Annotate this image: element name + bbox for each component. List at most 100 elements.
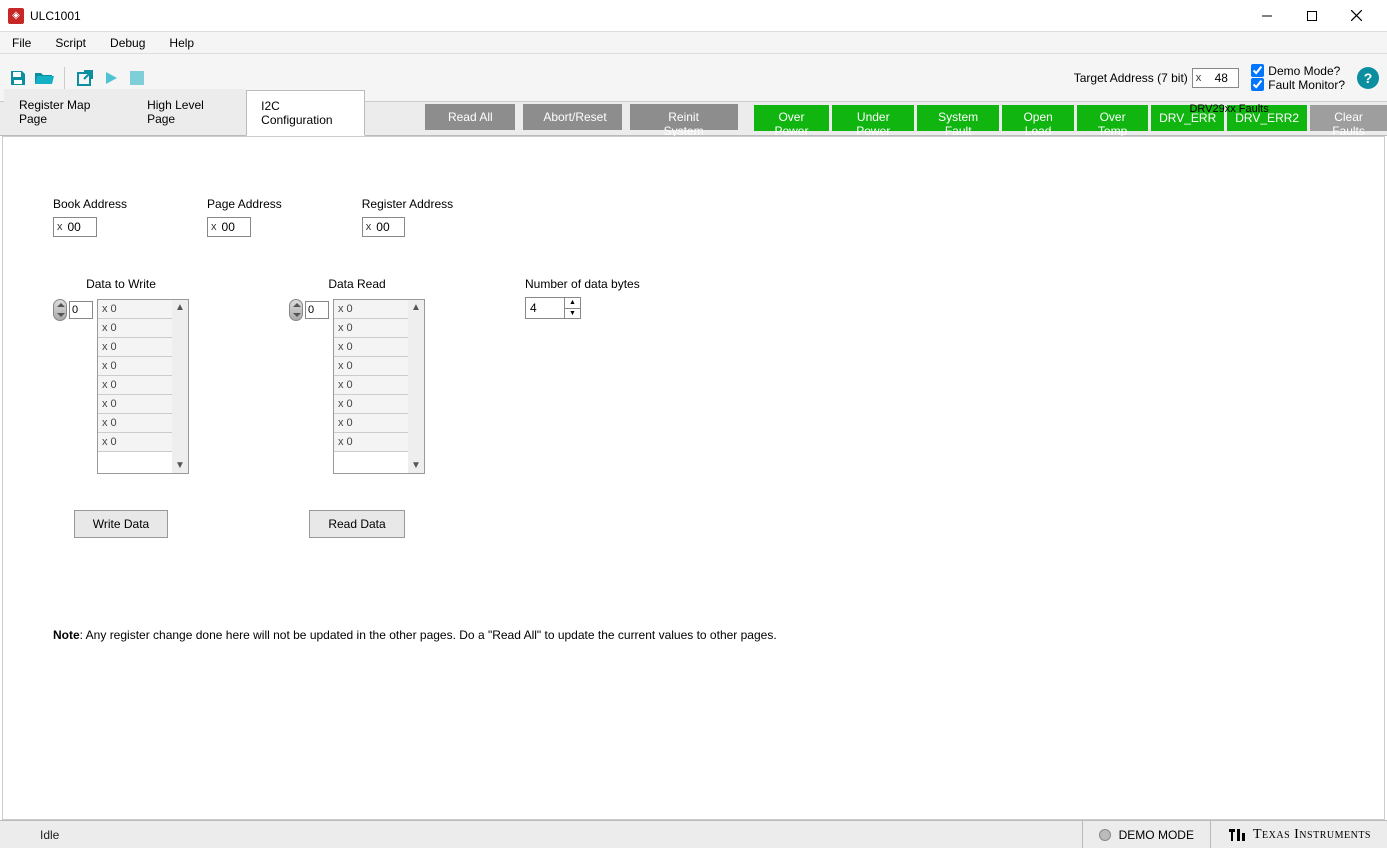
scroll-up-icon[interactable]: ▲ <box>411 300 421 315</box>
list-item[interactable]: x 0 <box>98 338 172 357</box>
target-address-field: Target Address (7 bit) x <box>1074 68 1240 88</box>
fault-monitor-label: Fault Monitor? <box>1268 78 1345 92</box>
list-item[interactable]: x 0 <box>98 357 172 376</box>
tab-i2c-configuration[interactable]: I2C Configuration <box>246 90 365 136</box>
app-icon: ◈ <box>8 8 24 24</box>
list-item[interactable]: x 0 <box>334 357 408 376</box>
demo-mode-label: Demo Mode? <box>1268 64 1340 78</box>
save-icon[interactable] <box>8 68 28 88</box>
list-item[interactable]: x 0 <box>334 319 408 338</box>
read-index-input[interactable] <box>305 301 329 319</box>
read-all-button[interactable]: Read All <box>425 104 515 130</box>
list-item[interactable]: x 0 <box>334 376 408 395</box>
list-item[interactable]: x 0 <box>98 414 172 433</box>
register-address-input[interactable] <box>374 218 404 236</box>
read-data-listbox[interactable]: x 0 x 0 x 0 x 0 x 0 x 0 x 0 x 0 ▲ ▼ <box>333 299 425 474</box>
data-read-label: Data Read <box>328 277 385 291</box>
fault-monitor-checkbox-row[interactable]: Fault Monitor? <box>1251 78 1345 92</box>
fault-open-load[interactable]: Open Load <box>1002 105 1074 131</box>
fault-system-fault[interactable]: System Fault <box>917 105 999 131</box>
spin-up-icon[interactable]: ▲ <box>565 298 580 309</box>
menu-file[interactable]: File <box>0 34 43 52</box>
menu-script[interactable]: Script <box>43 34 98 52</box>
maximize-icon <box>1307 11 1317 21</box>
folder-open-icon[interactable] <box>34 68 54 88</box>
number-of-bytes-label: Number of data bytes <box>525 277 640 291</box>
tabs-row: Register Map Page High Level Page I2C Co… <box>0 102 1387 136</box>
list-item[interactable]: x 0 <box>98 300 172 319</box>
list-item[interactable]: x 0 <box>334 395 408 414</box>
menu-debug[interactable]: Debug <box>98 34 157 52</box>
list-item[interactable]: x 0 <box>334 433 408 452</box>
external-link-icon[interactable] <box>75 68 95 88</box>
tab-high-level[interactable]: High Level Page <box>132 89 246 135</box>
ti-mark-icon <box>1227 827 1247 843</box>
window-title: ULC1001 <box>30 9 81 23</box>
abort-reset-button[interactable]: Abort/Reset <box>523 104 621 130</box>
fault-over-power[interactable]: Over Power <box>754 105 830 131</box>
book-address-input[interactable] <box>66 218 96 236</box>
minimize-icon <box>1262 11 1272 21</box>
read-data-button[interactable]: Read Data <box>309 510 404 538</box>
scroll-up-icon[interactable]: ▲ <box>175 300 185 315</box>
list-item[interactable]: x 0 <box>98 319 172 338</box>
page-address-input[interactable] <box>220 218 250 236</box>
minimize-button[interactable] <box>1244 1 1289 31</box>
close-icon <box>1351 10 1362 21</box>
book-address-label: Book Address <box>53 197 127 211</box>
list-item[interactable]: x 0 <box>334 338 408 357</box>
fault-monitor-checkbox[interactable] <box>1251 78 1264 91</box>
list-item[interactable]: x 0 <box>334 300 408 319</box>
note-body: : Any register change done here will not… <box>80 628 777 642</box>
hex-prefix: x <box>363 221 375 233</box>
close-button[interactable] <box>1334 1 1379 31</box>
help-icon[interactable]: ? <box>1357 67 1379 89</box>
hex-prefix: x <box>54 221 66 233</box>
scroll-down-icon[interactable]: ▼ <box>175 458 185 473</box>
maximize-button[interactable] <box>1289 1 1334 31</box>
write-data-button[interactable]: Write Data <box>74 510 168 538</box>
reinit-system-button[interactable]: Reinit System <box>630 104 738 130</box>
scrollbar[interactable]: ▲ ▼ <box>408 300 424 473</box>
write-index-stepper[interactable] <box>53 299 67 321</box>
toolbar-separator <box>64 67 65 89</box>
note-text: Note: Any register change done here will… <box>53 628 1334 642</box>
write-index-input[interactable] <box>69 301 93 319</box>
ti-logo: Texas Instruments <box>1210 821 1387 848</box>
list-item[interactable]: x 0 <box>334 414 408 433</box>
write-data-listbox[interactable]: x 0 x 0 x 0 x 0 x 0 x 0 x 0 x 0 ▲ ▼ <box>97 299 189 474</box>
list-item[interactable]: x 0 <box>98 376 172 395</box>
hex-prefix: x <box>1193 72 1205 84</box>
menubar: File Script Debug Help <box>0 32 1387 54</box>
target-address-label: Target Address (7 bit) <box>1074 71 1188 85</box>
demo-mode-checkbox-row[interactable]: Demo Mode? <box>1251 64 1345 78</box>
titlebar: ◈ ULC1001 <box>0 0 1387 32</box>
tab-register-map[interactable]: Register Map Page <box>4 89 132 135</box>
hex-prefix: x <box>208 221 220 233</box>
drv-faults-header: DRV29xx Faults <box>1151 103 1307 115</box>
led-icon <box>1099 829 1111 841</box>
list-item[interactable]: x 0 <box>98 395 172 414</box>
list-item[interactable]: x 0 <box>98 433 172 452</box>
menu-help[interactable]: Help <box>157 34 206 52</box>
read-index-stepper[interactable] <box>289 299 303 321</box>
target-address-input[interactable] <box>1204 69 1238 87</box>
spin-down-icon[interactable]: ▼ <box>565 309 580 319</box>
scroll-down-icon[interactable]: ▼ <box>411 458 421 473</box>
main-panel: Book Address x Page Address x Register A… <box>2 136 1385 820</box>
number-of-bytes-input[interactable] <box>526 298 564 318</box>
scrollbar[interactable]: ▲ ▼ <box>172 300 188 473</box>
stop-icon[interactable] <box>127 68 147 88</box>
play-icon[interactable] <box>101 68 121 88</box>
fault-over-temp[interactable]: Over Temp <box>1077 105 1148 131</box>
fault-under-power[interactable]: Under Power <box>832 105 914 131</box>
page-address-label: Page Address <box>207 197 282 211</box>
demo-mode-checkbox[interactable] <box>1251 64 1264 77</box>
status-idle: Idle <box>0 828 59 842</box>
register-address-label: Register Address <box>362 197 453 211</box>
demo-mode-indicator: DEMO MODE <box>1082 821 1210 848</box>
demo-mode-text: DEMO MODE <box>1119 828 1194 842</box>
clear-faults-button[interactable]: Clear Faults <box>1310 105 1387 131</box>
ti-text: Texas Instruments <box>1253 827 1371 843</box>
note-bold: Note <box>53 628 80 642</box>
